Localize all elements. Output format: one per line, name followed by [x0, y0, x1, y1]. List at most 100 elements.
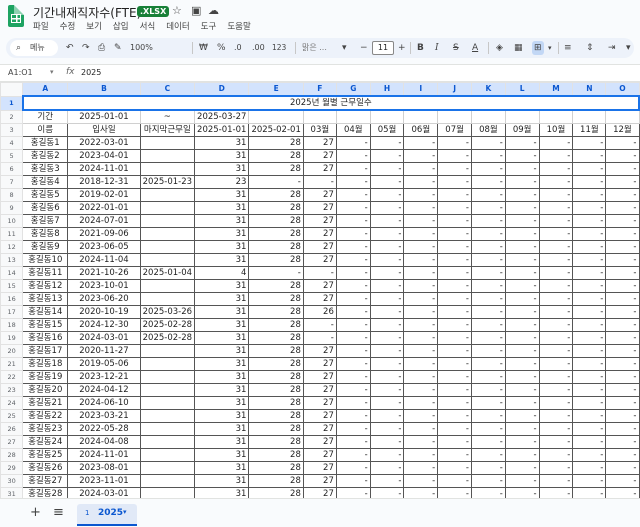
- month-days-cell[interactable]: -: [605, 318, 640, 332]
- hire-date-cell[interactable]: 2023-10-01: [67, 279, 141, 293]
- month-days-cell[interactable]: -: [538, 448, 574, 462]
- hire-date-cell[interactable]: 2021-10-26: [67, 266, 141, 280]
- month-days-cell[interactable]: -: [369, 175, 405, 189]
- month-days-cell[interactable]: -: [369, 357, 405, 371]
- month-days-cell[interactable]: -: [504, 318, 540, 332]
- last-day-cell[interactable]: [139, 136, 196, 150]
- month-days-cell[interactable]: -: [605, 175, 640, 189]
- month-days-cell[interactable]: -: [605, 370, 640, 384]
- month-days-cell[interactable]: -: [403, 344, 439, 358]
- month-days-cell[interactable]: -: [504, 240, 540, 254]
- jan-days-cell[interactable]: 31: [194, 136, 250, 150]
- hire-date-cell[interactable]: 2024-03-01: [67, 331, 141, 345]
- month-days-cell[interactable]: -: [572, 370, 607, 384]
- period-label-cell[interactable]: 기간: [22, 109, 69, 124]
- sheet-tab-2025[interactable]: 1 2025 ▾: [77, 504, 137, 526]
- text-wrap-icon[interactable]: ⇥: [608, 41, 616, 55]
- row-header[interactable]: 3: [0, 123, 24, 137]
- period-end-cell[interactable]: 2025-03-27: [194, 109, 250, 124]
- mar-days-cell[interactable]: 27: [302, 344, 337, 358]
- cell[interactable]: [605, 109, 640, 124]
- last-day-cell[interactable]: [139, 357, 196, 371]
- month-days-cell[interactable]: -: [335, 331, 371, 345]
- month-days-cell[interactable]: -: [605, 162, 640, 176]
- last-day-cell[interactable]: [139, 422, 196, 436]
- jan-days-cell[interactable]: 31: [194, 383, 250, 397]
- month-days-cell[interactable]: -: [437, 149, 472, 163]
- jan-days-cell[interactable]: 31: [194, 331, 250, 345]
- bold-button[interactable]: B: [417, 41, 424, 55]
- month-days-cell[interactable]: -: [605, 331, 640, 345]
- month-days-cell[interactable]: -: [605, 422, 640, 436]
- merge-cells-icon[interactable]: ⊞: [532, 41, 544, 55]
- mar-days-cell[interactable]: 27: [302, 461, 337, 475]
- month-days-cell[interactable]: -: [538, 292, 574, 306]
- month-days-cell[interactable]: -: [437, 357, 472, 371]
- last-day-cell[interactable]: [139, 279, 196, 293]
- month-days-cell[interactable]: -: [471, 331, 506, 345]
- month-days-cell[interactable]: -: [605, 292, 640, 306]
- name-cell[interactable]: 홍길동9: [22, 240, 69, 254]
- month-days-cell[interactable]: -: [403, 149, 439, 163]
- month-days-cell[interactable]: -: [369, 318, 405, 332]
- hire-date-cell[interactable]: 2020-11-27: [67, 344, 141, 358]
- month-days-cell[interactable]: -: [335, 214, 371, 228]
- name-cell[interactable]: 홍길동28: [22, 487, 69, 498]
- cell[interactable]: [437, 109, 472, 124]
- feb-days-cell[interactable]: 28: [248, 292, 304, 306]
- jan-days-cell[interactable]: 31: [194, 474, 250, 488]
- month-days-cell[interactable]: -: [437, 318, 472, 332]
- month-days-cell[interactable]: -: [335, 396, 371, 410]
- chevron-down-icon[interactable]: ▾: [123, 508, 127, 516]
- month-days-cell[interactable]: -: [437, 474, 472, 488]
- row-header[interactable]: 25: [0, 409, 24, 423]
- month-days-cell[interactable]: -: [471, 383, 506, 397]
- cell[interactable]: [504, 109, 540, 124]
- cell[interactable]: [538, 109, 574, 124]
- month-days-cell[interactable]: -: [335, 136, 371, 150]
- hire-date-cell[interactable]: 2023-08-01: [67, 461, 141, 475]
- month-days-cell[interactable]: -: [403, 318, 439, 332]
- month-days-cell[interactable]: -: [369, 474, 405, 488]
- last-day-cell[interactable]: [139, 162, 196, 176]
- jan-days-cell[interactable]: 31: [194, 487, 250, 498]
- month-days-cell[interactable]: -: [335, 149, 371, 163]
- menu-file[interactable]: 파일: [33, 20, 49, 32]
- feb-days-cell[interactable]: 28: [248, 227, 304, 241]
- star-icon[interactable]: ☆: [172, 4, 182, 17]
- jan-days-cell[interactable]: 31: [194, 448, 250, 462]
- feb-days-cell[interactable]: 28: [248, 461, 304, 475]
- month-days-cell[interactable]: -: [572, 292, 607, 306]
- last-day-cell[interactable]: [139, 188, 196, 202]
- month-days-cell[interactable]: -: [504, 227, 540, 241]
- last-day-cell[interactable]: [139, 227, 196, 241]
- month-days-cell[interactable]: -: [471, 227, 506, 241]
- hire-date-cell[interactable]: 2018-12-31: [67, 175, 141, 189]
- document-title[interactable]: 기간내재직자수(FTE): [33, 4, 141, 21]
- menu-data[interactable]: 데이터: [166, 20, 189, 32]
- month-days-cell[interactable]: -: [437, 305, 472, 319]
- name-cell[interactable]: 홍길동21: [22, 396, 69, 410]
- month-days-cell[interactable]: -: [538, 188, 574, 202]
- month-days-cell[interactable]: -: [437, 370, 472, 384]
- jan-days-cell[interactable]: 31: [194, 292, 250, 306]
- feb-days-cell[interactable]: 28: [248, 305, 304, 319]
- month-days-cell[interactable]: -: [335, 448, 371, 462]
- menu-help[interactable]: 도움말: [227, 20, 250, 32]
- month-days-cell[interactable]: -: [369, 487, 405, 498]
- month-days-cell[interactable]: -: [437, 461, 472, 475]
- row-header[interactable]: 17: [0, 305, 24, 319]
- column-label-cell[interactable]: 10월: [538, 123, 574, 137]
- name-cell[interactable]: 홍길동20: [22, 383, 69, 397]
- last-day-cell[interactable]: [139, 474, 196, 488]
- month-days-cell[interactable]: -: [369, 305, 405, 319]
- month-days-cell[interactable]: -: [605, 201, 640, 215]
- month-days-cell[interactable]: -: [437, 227, 472, 241]
- month-days-cell[interactable]: -: [335, 292, 371, 306]
- month-days-cell[interactable]: -: [369, 370, 405, 384]
- row-header[interactable]: 16: [0, 292, 24, 306]
- month-days-cell[interactable]: -: [572, 487, 607, 498]
- name-cell[interactable]: 홍길동19: [22, 370, 69, 384]
- month-days-cell[interactable]: -: [605, 240, 640, 254]
- cell[interactable]: [302, 109, 337, 124]
